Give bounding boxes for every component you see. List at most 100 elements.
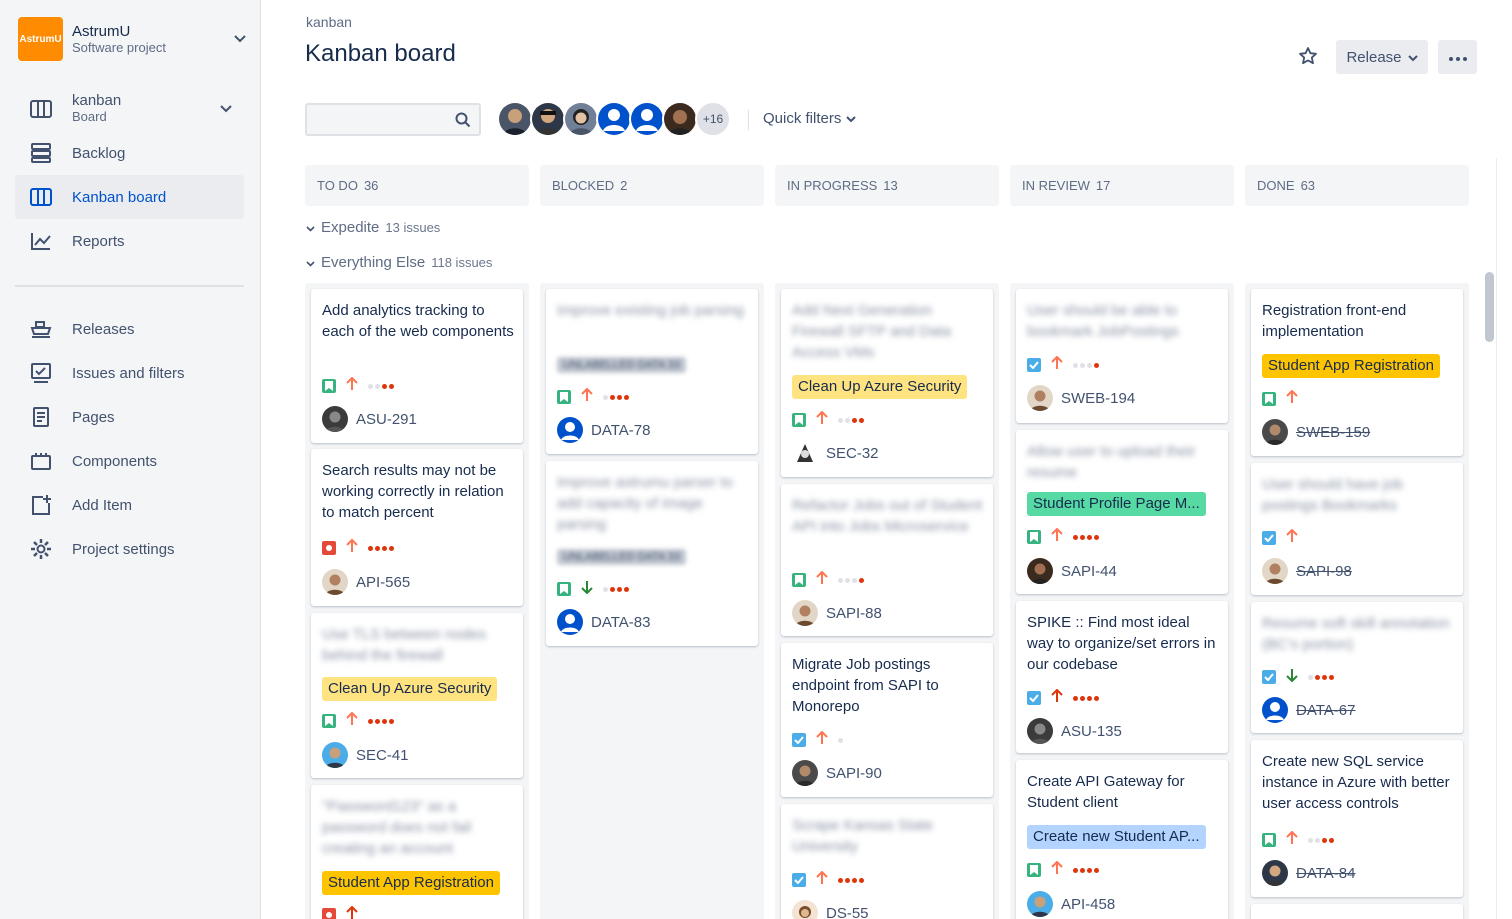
issue-card[interactable]: SPIKE :: Find most ideal way to organize…	[1016, 601, 1228, 753]
issue-key[interactable]: SAPI-44	[1061, 563, 1117, 580]
issue-summary: User should have job postings Bookmarks	[1262, 476, 1403, 514]
avatar[interactable]	[662, 101, 698, 137]
sidebar-item-backlog[interactable]: Backlog	[15, 131, 244, 175]
epic-label: UNLABELLED DATA 33	[557, 357, 686, 373]
issue-key[interactable]: SWEB-194	[1061, 390, 1135, 407]
priority-high-icon	[1051, 355, 1063, 375]
estimate-dots	[1073, 695, 1099, 701]
issue-key[interactable]: DATA-83	[591, 614, 650, 631]
priority-high-icon	[1286, 830, 1298, 850]
board-icon	[28, 96, 54, 122]
chevron-down-icon[interactable]	[232, 31, 248, 47]
issue-summary: Registration front-end implementation	[1262, 302, 1407, 340]
sidebar-item-add-item[interactable]: Add Item	[15, 483, 244, 527]
issue-key[interactable]: ASU-291	[356, 411, 417, 428]
story-icon	[1262, 392, 1276, 406]
star-button[interactable]	[1294, 44, 1322, 72]
issue-card[interactable]: Create API Gateway for Student client Cr…	[1016, 760, 1228, 919]
assignee-avatar	[322, 406, 348, 432]
avatar[interactable]	[530, 101, 566, 137]
board-name: kanban	[72, 92, 122, 109]
issue-key[interactable]: SAPI-98	[1296, 563, 1352, 580]
more-avatars-button[interactable]: +16	[695, 101, 731, 137]
ship-icon	[28, 316, 54, 342]
issue-key[interactable]: SWEB-159	[1296, 424, 1370, 441]
issue-card[interactable]: Use TLS between nodes behind the firewal…	[311, 613, 523, 778]
column-count: 36	[363, 178, 379, 193]
issue-key[interactable]: DATA-78	[591, 422, 650, 439]
chevron-down-icon[interactable]	[218, 101, 234, 117]
issue-card[interactable]: Migrate Job postings endpoint from SAPI …	[781, 643, 993, 797]
sidebar-item-issues-and-filters[interactable]: Issues and filters	[15, 351, 244, 395]
issue-key[interactable]: SAPI-90	[826, 765, 882, 782]
sidebar-item-project-settings[interactable]: Project settings	[15, 527, 244, 571]
project-header[interactable]: AstrumU AstrumU Software project	[18, 17, 248, 61]
issue-card[interactable]: "Password123" as a password does not fai…	[311, 785, 523, 919]
avatar[interactable]	[563, 101, 599, 137]
sidebar-item-releases[interactable]: Releases	[15, 307, 244, 351]
issue-card[interactable]: User should be able to bookmark JobPosti…	[1016, 289, 1228, 423]
avatar[interactable]	[596, 101, 632, 137]
priority-high-icon	[1051, 860, 1063, 880]
issue-card[interactable]: Refactor Jobs out of Student API into Jo…	[781, 484, 993, 636]
swimlane-expedite[interactable]: Expedite 13 issues	[306, 219, 440, 236]
issue-key[interactable]: DATA-67	[1296, 702, 1355, 719]
sidebar-item-label: Components	[72, 452, 158, 470]
search-field[interactable]	[305, 103, 481, 136]
issue-card[interactable]: Search results may not be working correc…	[311, 449, 523, 606]
issue-key[interactable]: SEC-41	[356, 747, 409, 764]
estimate-dots	[1073, 534, 1099, 540]
story-icon	[322, 379, 336, 393]
issue-key[interactable]: API-565	[356, 574, 410, 591]
estimate-dots	[368, 545, 394, 551]
issue-key[interactable]: SAPI-88	[826, 605, 882, 622]
issue-card[interactable]: Add Next Generation Firewall SFTP and Da…	[781, 289, 993, 477]
more-actions-button[interactable]	[1438, 40, 1477, 74]
issue-key[interactable]: API-458	[1061, 896, 1115, 913]
swimlane-everything-else[interactable]: Everything Else 118 issues	[306, 254, 492, 271]
sidebar-item-kanban-board[interactable]: Kanban board	[15, 175, 244, 219]
sidebar-item-reports[interactable]: Reports	[15, 219, 244, 263]
search-icon	[455, 112, 471, 128]
issue-key[interactable]: DS-55	[826, 905, 869, 919]
sidebar-item-label: Add Item	[72, 496, 133, 514]
estimate-dots	[368, 718, 394, 724]
issue-card[interactable]: Resume soft skill annotation (BC's porti…	[1251, 602, 1463, 733]
issue-card[interactable]: Improve astrumu parser to add capacity o…	[546, 461, 758, 646]
issue-key[interactable]: SEC-32	[826, 445, 879, 462]
issue-card[interactable]: Add analytics tracking to each of the we…	[311, 289, 523, 443]
issue-card[interactable]: Allow user to upload their resume Studen…	[1016, 430, 1228, 594]
avatar[interactable]	[497, 101, 533, 137]
release-button[interactable]: Release	[1336, 40, 1428, 74]
story-icon	[1027, 530, 1041, 544]
epic-label: Student Profile Page M...	[1027, 492, 1206, 516]
sidebar-item-pages[interactable]: Pages	[15, 395, 244, 439]
estimate-dots	[1073, 867, 1099, 873]
project-logo: AstrumU	[18, 17, 63, 61]
issue-key[interactable]: ASU-135	[1061, 723, 1122, 740]
sidebar-item-components[interactable]: Components	[15, 439, 244, 483]
estimate-dots	[838, 417, 864, 423]
issue-card[interactable]: User should have job postings Bookmarks …	[1251, 463, 1463, 595]
issue-key[interactable]: DATA-84	[1296, 865, 1355, 882]
issue-card[interactable]	[1251, 904, 1463, 919]
issue-summary: "Password123" as a password does not fai…	[322, 798, 472, 857]
epic-label: Student App Registration	[322, 871, 500, 895]
avatar[interactable]	[629, 101, 665, 137]
column-header-done: DONE 63	[1245, 165, 1469, 206]
estimate-dots	[603, 586, 629, 592]
page-icon	[28, 404, 54, 430]
column-name: BLOCKED	[552, 178, 615, 193]
issue-card[interactable]: Scrape Kansas State University DS-55	[781, 804, 993, 919]
issue-card[interactable]: Registration front-end implementation St…	[1251, 289, 1463, 456]
issue-card[interactable]: Create new SQL service instance in Azure…	[1251, 740, 1463, 897]
issue-card[interactable]: Improve existing job parsing UNLABELLED …	[546, 289, 758, 454]
search-input[interactable]	[307, 105, 447, 134]
scrollbar-thumb[interactable]	[1485, 272, 1494, 342]
board-switcher[interactable]: kanban Board	[15, 87, 244, 131]
quick-filters-dropdown[interactable]: Quick filters	[763, 110, 857, 127]
chevron-down-icon	[1407, 49, 1418, 66]
assignee-avatar	[557, 417, 583, 443]
breadcrumb[interactable]: kanban	[306, 14, 352, 30]
column-header-in-progress: IN PROGRESS 13	[775, 165, 999, 206]
